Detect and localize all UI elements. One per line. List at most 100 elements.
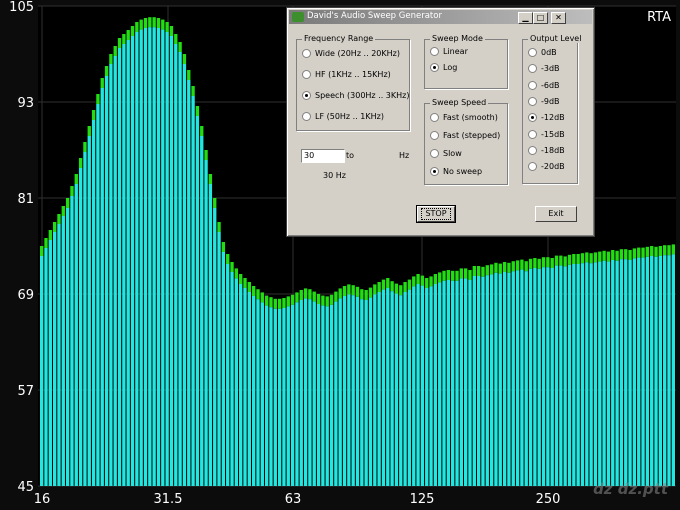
- bar-level: [537, 268, 541, 486]
- bar-peak: [442, 270, 446, 281]
- bar-peak: [44, 238, 48, 248]
- spectrum-bar: [658, 246, 663, 486]
- spectrum-bar: [559, 255, 563, 486]
- bar-level: [481, 276, 485, 486]
- radio-option[interactable]: Slow: [430, 149, 462, 161]
- spectrum-bar: [377, 282, 381, 486]
- radio-button-icon[interactable]: [528, 48, 537, 57]
- radio-option[interactable]: -18dB: [528, 145, 565, 158]
- radio-option[interactable]: No sweep: [430, 167, 482, 179]
- bar-peak: [130, 26, 135, 36]
- radio-option[interactable]: LF (50Hz .. 1KHz): [302, 112, 384, 124]
- radio-button-icon[interactable]: [528, 113, 537, 123]
- radio-option[interactable]: -9dB: [528, 96, 560, 109]
- spectrum-bar: [451, 270, 455, 486]
- bar-peak: [563, 256, 567, 267]
- bar-peak: [663, 245, 667, 256]
- radio-button-icon[interactable]: [528, 145, 537, 155]
- bar-peak: [182, 54, 187, 64]
- bar-peak: [312, 291, 316, 302]
- sweep-generator-window[interactable]: David's Audio Sweep Generator ▁ □ ✕ Freq…: [286, 7, 595, 237]
- radio-button-icon[interactable]: [430, 113, 439, 122]
- radio-option[interactable]: -12dB: [528, 113, 565, 125]
- title-bar[interactable]: David's Audio Sweep Generator ▁ □ ✕: [289, 10, 592, 24]
- radio-button-icon[interactable]: [430, 47, 439, 56]
- spectrum-bar: [252, 286, 256, 486]
- radio-option[interactable]: Wide (20Hz .. 20KHz): [302, 49, 400, 61]
- bar-peak: [61, 206, 65, 216]
- spectrum-bar: [394, 283, 399, 486]
- bar-peak: [91, 110, 96, 120]
- bar-level: [217, 232, 221, 486]
- radio-option[interactable]: HF (1KHz .. 15KHz): [302, 70, 391, 82]
- bar-level: [256, 299, 260, 486]
- radio-option[interactable]: Speech (300Hz .. 3KHz): [302, 91, 409, 103]
- radio-button-icon[interactable]: [528, 129, 537, 139]
- bar-level: [178, 52, 182, 486]
- spectrum-bar: [122, 34, 126, 486]
- spectrum-bar: [182, 54, 187, 486]
- bar-peak: [593, 252, 598, 263]
- bar-level: [230, 272, 234, 486]
- maximize-button[interactable]: □: [533, 12, 548, 24]
- radio-button-icon[interactable]: [430, 167, 439, 176]
- exit-button[interactable]: Exit: [535, 206, 577, 222]
- radio-button-icon[interactable]: [528, 80, 537, 90]
- radio-option[interactable]: -3dB: [528, 64, 560, 76]
- bar-level: [451, 280, 455, 486]
- spectrum-bar: [174, 34, 178, 486]
- spectrum-bar: [40, 246, 44, 486]
- bar-peak: [468, 270, 472, 280]
- frequency-input[interactable]: 30: [301, 149, 345, 163]
- radio-button-icon[interactable]: [430, 131, 439, 140]
- radio-button-icon[interactable]: [302, 70, 311, 79]
- bar-level: [213, 208, 217, 486]
- bar-level: [433, 284, 438, 486]
- bar-level: [671, 254, 675, 486]
- radio-button-icon[interactable]: [528, 64, 537, 74]
- maximize-icon: □: [536, 13, 545, 22]
- bar-level: [394, 293, 399, 486]
- radio-option[interactable]: -15dB: [528, 129, 565, 142]
- window-title: David's Audio Sweep Generator: [307, 11, 442, 21]
- radio-option[interactable]: Log: [430, 63, 457, 75]
- radio-option[interactable]: -6dB: [528, 80, 560, 93]
- radio-button-icon[interactable]: [430, 63, 439, 72]
- radio-option[interactable]: -20dB: [528, 162, 565, 174]
- spectrum-bar: [161, 19, 165, 486]
- bar-level: [264, 305, 269, 486]
- bar-level: [290, 304, 295, 486]
- bar-peak: [230, 262, 234, 272]
- radio-option[interactable]: Fast (smooth): [430, 113, 498, 125]
- radio-button-icon[interactable]: [528, 162, 537, 172]
- spectrum-bar: [520, 259, 524, 486]
- close-button[interactable]: ✕: [551, 12, 566, 24]
- stop-button[interactable]: STOP: [416, 205, 456, 223]
- bar-peak: [619, 249, 624, 260]
- radio-button-icon[interactable]: [302, 112, 311, 121]
- bar-level: [403, 292, 407, 486]
- radio-option-label: -20dB: [541, 162, 565, 172]
- output-level-group: Output Level 0dB -3dB -6dB -9dB -12dB -15dB -1…: [522, 34, 584, 184]
- minimize-button[interactable]: ▁: [518, 12, 533, 24]
- bar-peak: [178, 42, 182, 52]
- radio-option[interactable]: Linear: [430, 47, 468, 59]
- radio-option[interactable]: Fast (stepped): [430, 131, 500, 143]
- spectrum-bar: [282, 298, 286, 486]
- radio-button-icon[interactable]: [430, 149, 439, 158]
- spectrum-bar: [269, 297, 273, 486]
- bar-level: [507, 272, 511, 486]
- bar-peak: [74, 174, 78, 184]
- sweep-speed-label: Sweep Speed: [430, 98, 489, 107]
- bar-level: [628, 260, 632, 486]
- radio-button-icon[interactable]: [528, 96, 537, 106]
- spectrum-bar: [230, 262, 234, 486]
- radio-option-label: -12dB: [541, 113, 565, 123]
- spectrum-bar: [355, 286, 360, 486]
- bar-peak: [585, 252, 589, 263]
- radio-button-icon[interactable]: [302, 49, 311, 58]
- spectrum-bar: [489, 264, 494, 486]
- radio-option[interactable]: 0dB: [528, 48, 557, 60]
- radio-button-icon[interactable]: [302, 91, 311, 100]
- bar-peak: [364, 290, 368, 300]
